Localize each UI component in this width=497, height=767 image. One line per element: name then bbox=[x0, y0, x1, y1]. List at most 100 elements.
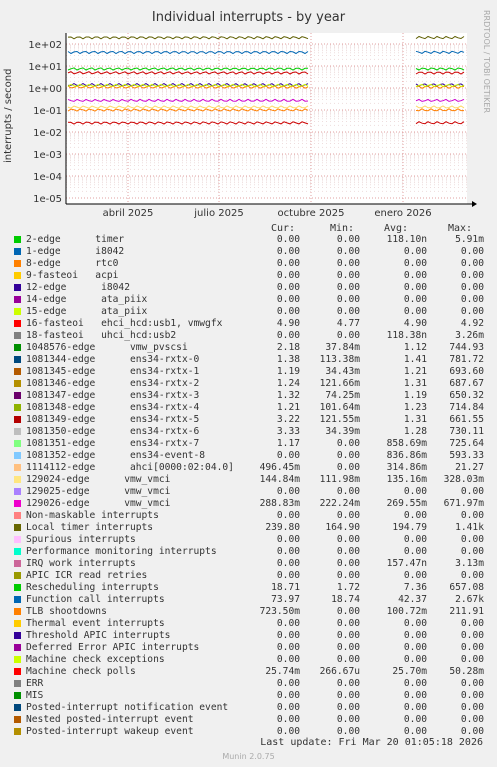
legend-name: 1081345-edge ens34-rxtx-1 bbox=[26, 366, 200, 377]
legend-name: 1048576-edge vmw_pvscsi bbox=[26, 342, 188, 353]
legend-name: MIS bbox=[26, 690, 44, 701]
legend-name: 14-edge ata_piix bbox=[26, 294, 148, 305]
legend-min: 74.25m bbox=[325, 390, 360, 401]
legend-swatch bbox=[14, 680, 21, 687]
legend-min: 0.00 bbox=[336, 438, 360, 449]
legend-min: 0.00 bbox=[336, 306, 360, 317]
legend-row: 1081346-edge ens34-rxtx-2 1.24 121.66m 1.31… bbox=[14, 378, 494, 390]
legend-max: 0.00 bbox=[460, 282, 484, 293]
legend-name: 9-fasteoi acpi bbox=[26, 270, 119, 281]
legend-min: 0.00 bbox=[336, 234, 360, 245]
legend-name: TLB shootdowns bbox=[26, 606, 107, 617]
legend-min: 121.55m bbox=[319, 414, 360, 425]
legend-name: 1081352-edge ens34-event-8 bbox=[26, 450, 206, 461]
legend-swatch bbox=[14, 404, 21, 411]
legend-row: MIS 0.00 0.00 0.00 0.00 bbox=[14, 690, 494, 702]
legend-name: 1-edge i8042 bbox=[26, 246, 125, 257]
legend-min: 0.00 bbox=[336, 330, 360, 341]
legend-min: 1.72 bbox=[336, 582, 360, 593]
legend-name: 1081350-edge ens34-rxtx-6 bbox=[26, 426, 200, 437]
legend-max: 3.26m bbox=[455, 330, 484, 341]
legend-swatch bbox=[14, 728, 21, 735]
legend-row: IRQ work interrupts 0.00 0.00 157.47n 3.13m bbox=[14, 558, 494, 570]
legend-swatch bbox=[14, 284, 21, 291]
legend-min: 0.00 bbox=[336, 282, 360, 293]
legend-max: 657.08 bbox=[449, 582, 484, 593]
legend-row: TLB shootdowns 723.50m 0.00 100.72m 211.91 bbox=[14, 606, 494, 618]
legend-min: 0.00 bbox=[336, 546, 360, 557]
legend-swatch bbox=[14, 368, 21, 375]
y-tick-label: 1e-02 bbox=[33, 128, 62, 139]
legend-name: Performance monitoring interrupts bbox=[26, 546, 217, 557]
legend-min: 266.67u bbox=[319, 666, 360, 677]
legend-name: 15-edge ata_piix bbox=[26, 306, 148, 317]
legend-name: APIC ICR read retries bbox=[26, 570, 148, 581]
legend-name: Posted-interrupt notification event bbox=[26, 702, 229, 713]
legend-row: Non-maskable interrupts 0.00 0.00 0.00 0.00 bbox=[14, 510, 494, 522]
legend-min: 0.00 bbox=[336, 690, 360, 701]
legend-name: 1114112-edge ahci[0000:02:04.0] bbox=[26, 462, 234, 473]
legend-max: 0.00 bbox=[460, 702, 484, 713]
legend-table: 2-edge timer 0.00 0.00 118.10n 5.91m 1-edge i… bbox=[14, 234, 494, 738]
legend-max: 4.92 bbox=[460, 318, 484, 329]
legend-name: 1081347-edge ens34-rxtx-3 bbox=[26, 390, 200, 401]
legend-swatch bbox=[14, 452, 21, 459]
legend-row: 9-fasteoi acpi 0.00 0.00 0.00 0.00 bbox=[14, 270, 494, 282]
legend-swatch bbox=[14, 668, 21, 675]
legend-min: 0.00 bbox=[336, 270, 360, 281]
munin-version: Munin 2.0.75 bbox=[222, 752, 275, 761]
legend-row: 15-edge ata_piix 0.00 0.00 0.00 0.00 bbox=[14, 306, 494, 318]
legend-min: 0.00 bbox=[336, 606, 360, 617]
legend-name: Spurious interrupts bbox=[26, 534, 136, 545]
legend-min: 0.00 bbox=[336, 486, 360, 497]
legend-row: 8-edge rtc0 0.00 0.00 0.00 0.00 bbox=[14, 258, 494, 270]
legend-max: 0.00 bbox=[460, 294, 484, 305]
legend-max: 0.00 bbox=[460, 570, 484, 581]
legend-min: 121.66m bbox=[319, 378, 360, 389]
legend-max: 0.00 bbox=[460, 258, 484, 269]
legend-row: Thermal event interrupts 0.00 0.00 0.00 0.00 bbox=[14, 618, 494, 630]
legend-name: 1081351-edge ens34-rxtx-7 bbox=[26, 438, 200, 449]
legend-row: 18-fasteoi uhci_hcd:usb2 0.00 0.00 118.38n 3… bbox=[14, 330, 494, 342]
legend-swatch bbox=[14, 248, 21, 255]
x-tick-label: enero 2026 bbox=[374, 208, 431, 219]
legend-max: 661.55 bbox=[449, 414, 484, 425]
legend-max: 0.00 bbox=[460, 642, 484, 653]
legend-max: 0.00 bbox=[460, 690, 484, 701]
legend-min: 111.98m bbox=[319, 474, 360, 485]
legend-min: 101.64m bbox=[319, 402, 360, 413]
legend-row: APIC ICR read retries 0.00 0.00 0.00 0.00 bbox=[14, 570, 494, 582]
legend-row: 1081349-edge ens34-rxtx-5 3.22 121.55m 1.31… bbox=[14, 414, 494, 426]
legend-max: 211.91 bbox=[449, 606, 484, 617]
legend-min: 0.00 bbox=[336, 558, 360, 569]
y-tick-label: 1e+00 bbox=[28, 84, 62, 95]
legend-swatch bbox=[14, 440, 21, 447]
legend-row: 1081344-edge ens34-rxtx-0 1.38 113.38m 1.41… bbox=[14, 354, 494, 366]
legend-swatch bbox=[14, 236, 21, 243]
legend-max: 744.93 bbox=[449, 342, 484, 353]
legend-row: Deferred Error APIC interrupts 0.00 0.00 0.… bbox=[14, 642, 494, 654]
x-axis-arrow bbox=[472, 201, 477, 207]
legend-max: 0.00 bbox=[460, 714, 484, 725]
legend-swatch bbox=[14, 716, 21, 723]
legend-max: 0.00 bbox=[460, 270, 484, 281]
legend-name: Function call interrupts bbox=[26, 594, 165, 605]
legend-max: 671.97m bbox=[443, 498, 484, 509]
legend-name: Rescheduling interrupts bbox=[26, 582, 159, 593]
legend-row: 129024-edge vmw_vmci 144.84m 111.98m 135.16… bbox=[14, 474, 494, 486]
legend-row: 1081348-edge ens34-rxtx-4 1.21 101.64m 1.23… bbox=[14, 402, 494, 414]
legend-swatch bbox=[14, 464, 21, 471]
legend-max: 0.00 bbox=[460, 654, 484, 665]
legend-name: 12-edge i8042 bbox=[26, 282, 130, 293]
y-tick-label: 1e-01 bbox=[33, 106, 62, 117]
legend-min: 0.00 bbox=[336, 246, 360, 257]
legend-swatch bbox=[14, 608, 21, 615]
legend-name: 1081346-edge ens34-rxtx-2 bbox=[26, 378, 200, 389]
legend-swatch bbox=[14, 596, 21, 603]
legend-max: 5.91m bbox=[455, 234, 484, 245]
legend-swatch bbox=[14, 260, 21, 267]
legend-name: 1081344-edge ens34-rxtx-0 bbox=[26, 354, 200, 365]
x-tick-label: abril 2025 bbox=[103, 208, 154, 219]
legend-name: 129026-edge vmw_vmci bbox=[26, 498, 171, 509]
y-tick-label: 1e-05 bbox=[33, 194, 62, 205]
